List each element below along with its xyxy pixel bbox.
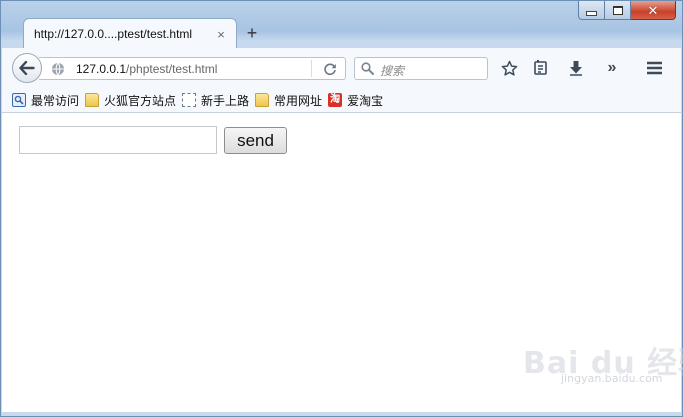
globe-icon — [51, 62, 65, 79]
bookmark-common-sites[interactable]: 常用网址 — [255, 92, 322, 109]
watermark-url: jingyan.baidu.com — [561, 372, 663, 385]
url-bar[interactable]: 127.0.0.1/phptest/test.html — [39, 57, 346, 80]
browser-window: ✕ http://127.0.0....ptest/test.html × + … — [0, 0, 683, 417]
bookmarks-toolbar: 最常访问 火狐官方站点 新手上路 常用网址 淘 爱淘宝 — [2, 88, 681, 113]
search-box[interactable]: 搜索 — [354, 57, 488, 80]
navigation-toolbar: 127.0.0.1/phptest/test.html 搜索 » — [2, 48, 681, 89]
maximize-button[interactable] — [605, 1, 631, 20]
bookmark-label: 新手上路 — [201, 93, 250, 108]
most-visited-icon — [12, 93, 26, 107]
bookmark-label: 最常访问 — [31, 93, 80, 108]
tab-close-icon[interactable]: × — [214, 27, 228, 42]
url-divider — [311, 60, 312, 77]
bookmark-label: 爱淘宝 — [347, 93, 384, 108]
bookmark-star-icon[interactable] — [500, 59, 518, 77]
url-host: 127.0.0.1 — [76, 62, 127, 76]
search-placeholder: 搜索 — [380, 64, 405, 78]
bookmarks-menu-icon[interactable] — [531, 59, 549, 77]
minimize-icon — [586, 10, 597, 16]
folder-icon — [85, 93, 100, 107]
search-icon — [361, 62, 374, 78]
message-input[interactable] — [19, 126, 217, 154]
bookmark-aitaobao[interactable]: 淘 爱淘宝 — [328, 92, 383, 109]
taobao-icon: 淘 — [328, 93, 343, 107]
tab-title: http://127.0.0....ptest/test.html — [34, 27, 193, 41]
dashed-page-icon — [182, 93, 197, 107]
close-icon: ✕ — [647, 2, 659, 18]
window-caption-buttons: ✕ — [578, 1, 676, 20]
back-arrow-icon — [19, 61, 35, 75]
send-button[interactable]: send — [224, 127, 287, 154]
url-text[interactable]: 127.0.0.1/phptest/test.html — [76, 62, 217, 76]
hamburger-menu-icon[interactable] — [645, 59, 663, 77]
bookmark-label: 常用网址 — [274, 93, 323, 108]
close-window-button[interactable]: ✕ — [631, 1, 676, 20]
back-button[interactable] — [12, 53, 42, 83]
new-tab-button[interactable]: + — [243, 23, 261, 43]
bookmark-label: 火狐官方站点 — [104, 93, 177, 108]
reload-icon[interactable] — [323, 62, 337, 79]
folder-icon — [255, 93, 270, 107]
url-path: /phptest/test.html — [126, 62, 218, 76]
download-icon[interactable] — [567, 59, 585, 77]
minimize-button[interactable] — [578, 1, 605, 20]
bookmark-firefox-sites[interactable]: 火狐官方站点 — [85, 92, 176, 109]
browser-tab-active[interactable]: http://127.0.0....ptest/test.html × — [23, 18, 237, 49]
bookmark-most-visited[interactable]: 最常访问 — [12, 92, 79, 109]
bookmark-getting-started[interactable]: 新手上路 — [182, 92, 249, 109]
overflow-chevron-icon[interactable]: » — [603, 59, 621, 77]
maximize-icon — [612, 5, 623, 15]
